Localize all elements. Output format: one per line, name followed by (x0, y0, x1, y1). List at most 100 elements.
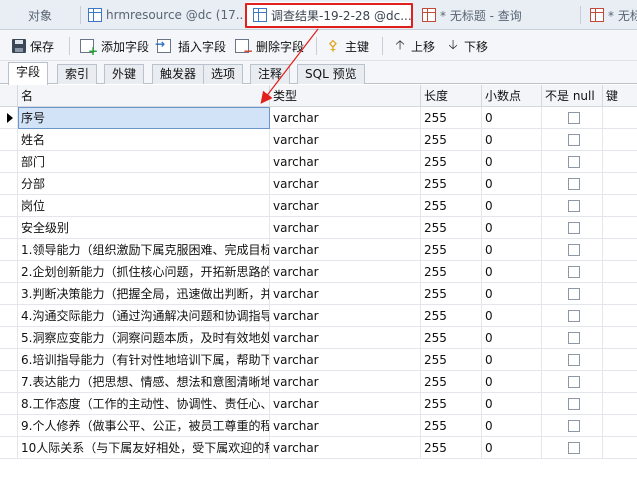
tab-hrmresource[interactable]: hrmresource @dc (17... (82, 2, 244, 28)
cell-length[interactable]: 255 (421, 305, 482, 327)
cell-decimals[interactable]: 0 (482, 283, 542, 305)
cell-name[interactable]: 3.判断决策能力（把握全局，迅速做出判断，并 (18, 283, 270, 305)
not-null-checkbox[interactable] (568, 112, 580, 124)
not-null-checkbox[interactable] (568, 244, 580, 256)
row-selector[interactable] (0, 195, 18, 217)
not-null-checkbox[interactable] (568, 156, 580, 168)
cell-length[interactable]: 255 (421, 349, 482, 371)
cell-name[interactable]: 9.个人修养（做事公平、公正，被员工尊重的程 (18, 415, 270, 437)
cell-name[interactable]: 姓名 (18, 129, 270, 151)
save-button[interactable]: 保存 (12, 36, 54, 56)
cell-key[interactable] (603, 393, 637, 415)
cell-length[interactable]: 255 (421, 437, 482, 459)
cell-name[interactable]: 岗位 (18, 195, 270, 217)
cell-decimals[interactable]: 0 (482, 415, 542, 437)
tab-untitled-query[interactable]: * 无标题 - 查询 (416, 2, 576, 28)
cell-name[interactable]: 安全级别 (18, 217, 270, 239)
move-up-button[interactable]: 🡡 上移 (393, 36, 435, 56)
tab-sql-preview[interactable]: SQL 预览 (297, 64, 365, 84)
tab-comments[interactable]: 注释 (250, 64, 291, 84)
cell-name[interactable]: 2.企划创新能力（抓住核心问题，开拓新思路的 (18, 261, 270, 283)
cell-name[interactable]: 1.领导能力（组织激励下属克服困难、完成目标 (18, 239, 270, 261)
tab-fields[interactable]: 字段 (8, 62, 49, 85)
row-selector[interactable] (0, 283, 18, 305)
insert-field-button[interactable]: 插入字段 (155, 36, 226, 56)
cell-name[interactable]: 8.工作态度（工作的主动性、协调性、责任心、 (18, 393, 270, 415)
table-row[interactable]: 8.工作态度（工作的主动性、协调性、责任心、 varchar 255 0 (0, 393, 637, 415)
not-null-checkbox[interactable] (568, 222, 580, 234)
cell-key[interactable] (603, 371, 637, 393)
not-null-checkbox[interactable] (568, 178, 580, 190)
tab-untitled[interactable]: * 无标 (584, 2, 637, 28)
cell-type[interactable]: varchar (270, 371, 421, 393)
table-row[interactable]: 2.企划创新能力（抓住核心问题，开拓新思路的 varchar 255 0 (0, 261, 637, 283)
table-row[interactable]: 岗位 varchar 255 0 (0, 195, 637, 217)
add-field-button[interactable]: 添加字段 (80, 36, 149, 58)
table-row[interactable]: 4.沟通交际能力（通过沟通解决问题和协调指导 varchar 255 0 (0, 305, 637, 327)
cell-type[interactable]: varchar (270, 107, 421, 129)
table-row[interactable]: 9.个人修养（做事公平、公正，被员工尊重的程 varchar 255 0 (0, 415, 637, 437)
cell-decimals[interactable]: 0 (482, 173, 542, 195)
cell-key[interactable] (603, 415, 637, 437)
not-null-checkbox[interactable] (568, 266, 580, 278)
row-selector[interactable] (0, 349, 18, 371)
row-selector[interactable] (0, 217, 18, 239)
primary-key-button[interactable]: ⚴ 主键 (325, 36, 369, 56)
cell-key[interactable] (603, 129, 637, 151)
not-null-checkbox[interactable] (568, 332, 580, 344)
cell-length[interactable]: 255 (421, 239, 482, 261)
cell-type[interactable]: varchar (270, 415, 421, 437)
column-header-decimals[interactable]: 小数点 (482, 85, 542, 107)
row-selector[interactable] (0, 415, 18, 437)
cell-type[interactable]: varchar (270, 305, 421, 327)
cell-name[interactable]: 5.洞察应变能力（洞察问题本质，及时有效地处 (18, 327, 270, 349)
column-header-name[interactable]: 名 (18, 85, 270, 107)
cell-key[interactable] (603, 239, 637, 261)
not-null-checkbox[interactable] (568, 376, 580, 388)
row-selector[interactable] (0, 371, 18, 393)
cell-type[interactable]: varchar (270, 327, 421, 349)
row-selector[interactable] (0, 437, 18, 459)
cell-decimals[interactable]: 0 (482, 371, 542, 393)
row-selector[interactable] (0, 173, 18, 195)
row-selector[interactable] (0, 305, 18, 327)
cell-length[interactable]: 255 (421, 393, 482, 415)
cell-key[interactable] (603, 107, 637, 129)
table-row[interactable]: 部门 varchar 255 0 (0, 151, 637, 173)
cell-length[interactable]: 255 (421, 261, 482, 283)
tab-indexes[interactable]: 索引 (57, 64, 98, 84)
cell-type[interactable]: varchar (270, 173, 421, 195)
cell-decimals[interactable]: 0 (482, 151, 542, 173)
cell-name[interactable]: 4.沟通交际能力（通过沟通解决问题和协调指导 (18, 305, 270, 327)
column-header-key[interactable]: 键 (603, 85, 637, 107)
not-null-checkbox[interactable] (568, 200, 580, 212)
cell-name[interactable]: 10人际关系（与下属友好相处，受下属欢迎的程 (18, 437, 270, 459)
cell-key[interactable] (603, 305, 637, 327)
cell-length[interactable]: 255 (421, 415, 482, 437)
cell-type[interactable]: varchar (270, 239, 421, 261)
row-selector[interactable] (0, 261, 18, 283)
cell-key[interactable] (603, 195, 637, 217)
cell-key[interactable] (603, 217, 637, 239)
cell-decimals[interactable]: 0 (482, 349, 542, 371)
move-down-button[interactable]: 🡣 下移 (446, 36, 488, 56)
cell-name[interactable]: 分部 (18, 173, 270, 195)
table-row[interactable]: 1.领导能力（组织激励下属克服困难、完成目标 varchar 255 0 (0, 239, 637, 261)
table-row[interactable]: 10人际关系（与下属友好相处，受下属欢迎的程 varchar 255 0 (0, 437, 637, 459)
cell-key[interactable] (603, 173, 637, 195)
cell-type[interactable]: varchar (270, 393, 421, 415)
tab-objects[interactable]: 对象 (22, 2, 80, 28)
cell-length[interactable]: 255 (421, 151, 482, 173)
not-null-checkbox[interactable] (568, 288, 580, 300)
table-row[interactable]: 分部 varchar 255 0 (0, 173, 637, 195)
delete-field-button[interactable]: 删除字段 (235, 36, 304, 58)
cell-length[interactable]: 255 (421, 217, 482, 239)
cell-decimals[interactable]: 0 (482, 129, 542, 151)
cell-key[interactable] (603, 151, 637, 173)
cell-name[interactable]: 序号 (18, 107, 270, 129)
column-header-not-null[interactable]: 不是 null (542, 85, 603, 107)
cell-type[interactable]: varchar (270, 283, 421, 305)
tab-triggers[interactable]: 触发器 (152, 64, 205, 84)
column-header-type[interactable]: 类型 (270, 85, 421, 107)
cell-type[interactable]: varchar (270, 349, 421, 371)
